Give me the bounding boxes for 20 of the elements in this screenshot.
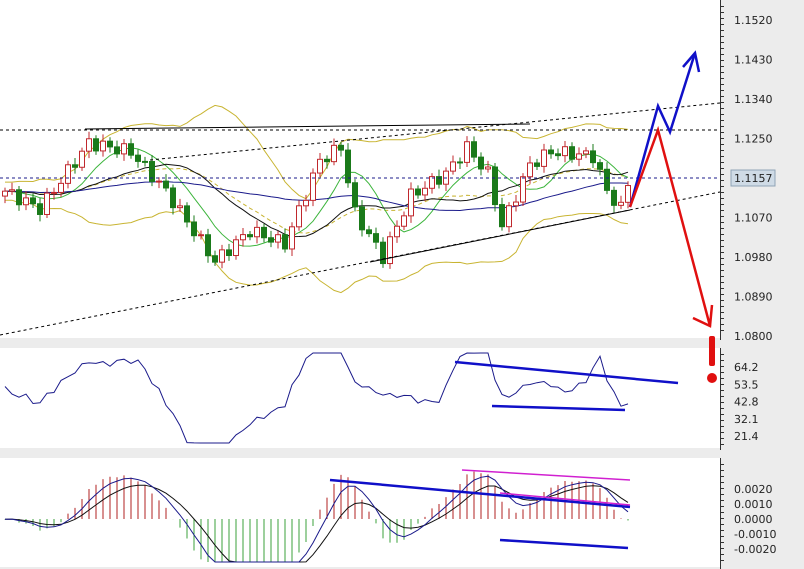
axis-label: 0.0020 [734,483,772,496]
axis-label: 21.4 [734,430,758,443]
axis-label: 0.0010 [734,498,772,511]
axis-label: 42.8 [734,396,758,408]
axis-label: -0.0010 [734,528,776,541]
axis-label: 1.0800 [734,330,772,340]
axis-label: 1.1520 [734,14,772,27]
exclamation-icon [707,336,717,383]
axis-label: 64.2 [734,361,758,374]
axis-label: 1.1250 [734,132,772,146]
axis-label: 53.5 [734,378,758,392]
axis-label: 1.1430 [734,54,772,66]
axis-label: 0.0000 [734,513,772,526]
axis-label: 1.0980 [734,251,772,264]
current-price-tag: 1.1157 [730,170,776,186]
axis-label: 1.0890 [734,290,772,304]
axis-label: -0.0020 [734,543,776,556]
axis-label: 1.1070 [734,212,772,224]
axis-label: 32.1 [734,412,758,426]
axis-label: 1.1340 [734,93,772,106]
